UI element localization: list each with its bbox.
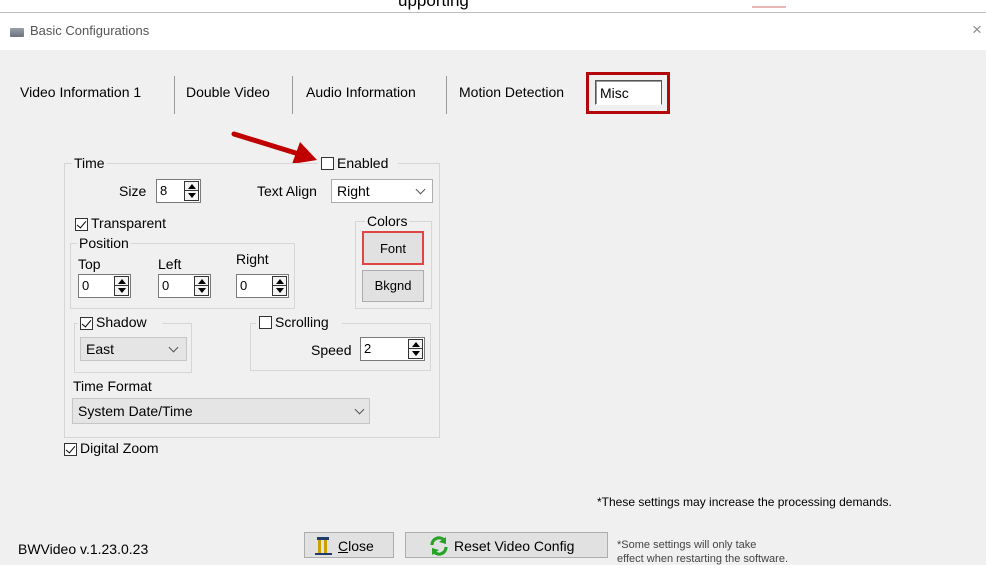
position-left-value: 0	[162, 278, 170, 293]
position-right-value: 0	[240, 278, 248, 293]
restart-note-line-2: effect when restarting the software.	[617, 553, 788, 565]
scroll-speed-value: 2	[364, 341, 372, 356]
size-spin-buttons[interactable]	[184, 181, 199, 201]
size-spinner[interactable]: 8	[156, 179, 201, 203]
position-left-spin-buttons[interactable]	[194, 276, 209, 296]
shadow-direction-value: East	[86, 341, 115, 357]
digital-zoom-label: Digital Zoom	[80, 440, 159, 456]
processing-note: *These settings may increase the process…	[597, 495, 892, 509]
tab-separator	[446, 76, 447, 114]
top-cropped-strip: upporting	[0, 0, 986, 14]
tab-audio-information[interactable]: Audio Information	[306, 84, 416, 106]
position-left-label: Left	[158, 256, 182, 272]
size-value: 8	[160, 183, 168, 198]
chevron-down-icon	[354, 404, 365, 415]
position-top-label: Top	[78, 256, 101, 272]
scroll-speed-label: Speed	[311, 342, 352, 358]
tab-separator	[292, 76, 293, 114]
shadow-direction-dropdown[interactable]: East	[80, 337, 187, 361]
text-align-dropdown[interactable]: Right	[331, 179, 433, 203]
close-button-label: Close	[338, 538, 374, 554]
exit-door-icon	[315, 537, 332, 555]
chevron-down-icon	[415, 184, 426, 195]
tab-motion-detection[interactable]: Motion Detection	[459, 84, 564, 106]
shadow-checkbox[interactable]	[80, 317, 93, 330]
transparent-checkbox[interactable]	[75, 218, 88, 231]
digital-zoom-checkbox[interactable]	[64, 443, 77, 456]
colors-group-label: Colors	[365, 213, 410, 229]
close-label-rest: lose	[348, 538, 374, 554]
enabled-checkbox[interactable]	[321, 157, 334, 170]
position-top-spinner[interactable]: 0	[78, 274, 131, 298]
bkgnd-color-button[interactable]: Bkgnd	[362, 270, 424, 302]
chevron-down-icon	[168, 342, 179, 353]
time-format-dropdown[interactable]: System Date/Time	[72, 398, 370, 424]
time-format-label: Time Format	[73, 378, 152, 394]
position-right-label: Right	[236, 251, 269, 267]
position-group-label: Position	[77, 235, 131, 251]
annotation-arrow-icon	[231, 131, 317, 164]
scrolling-label: Scrolling	[275, 314, 329, 330]
shadow-label: Shadow	[96, 314, 147, 330]
position-top-spin-buttons[interactable]	[114, 276, 129, 296]
cropped-red-mark	[752, 6, 786, 8]
refresh-icon	[430, 536, 448, 556]
size-label: Size	[119, 183, 147, 199]
text-align-label: Text Align	[257, 183, 317, 199]
tab-video-information-1[interactable]: Video Information 1	[20, 84, 141, 106]
position-left-spinner[interactable]: 0	[158, 274, 211, 298]
text-align-value: Right	[337, 183, 370, 199]
close-button[interactable]: Close	[304, 532, 394, 558]
close-icon[interactable]: ×	[968, 20, 986, 40]
top-rule	[0, 12, 986, 13]
tab-separator	[174, 76, 175, 114]
tab-double-video[interactable]: Double Video	[186, 84, 270, 106]
cropped-heading-text: upporting	[398, 0, 469, 10]
title-bar: Basic Configurations ×	[0, 14, 986, 50]
window-app-icon	[10, 28, 24, 37]
restart-note-line-1: *Some settings will only take	[617, 539, 757, 551]
tab-misc[interactable]: Misc	[595, 80, 662, 105]
scroll-speed-spinner[interactable]: 2	[360, 337, 425, 361]
time-group-label: Time	[72, 155, 107, 171]
time-format-value: System Date/Time	[78, 403, 193, 419]
reset-button-label: Reset Video Config	[454, 538, 575, 554]
position-top-value: 0	[82, 278, 90, 293]
close-mnemonic: C	[338, 538, 349, 554]
window-title: Basic Configurations	[30, 23, 150, 38]
scrolling-checkbox[interactable]	[259, 316, 272, 329]
font-color-button[interactable]: Font	[362, 231, 424, 265]
position-right-spin-buttons[interactable]	[272, 276, 287, 296]
position-right-spinner[interactable]: 0	[236, 274, 289, 298]
reset-video-config-button[interactable]: Reset Video Config	[405, 532, 608, 558]
enabled-label: Enabled	[337, 155, 389, 171]
transparent-label: Transparent	[91, 215, 166, 231]
scroll-speed-spin-buttons[interactable]	[408, 339, 423, 359]
version-text: BWVideo v.1.23.0.23	[18, 541, 149, 557]
